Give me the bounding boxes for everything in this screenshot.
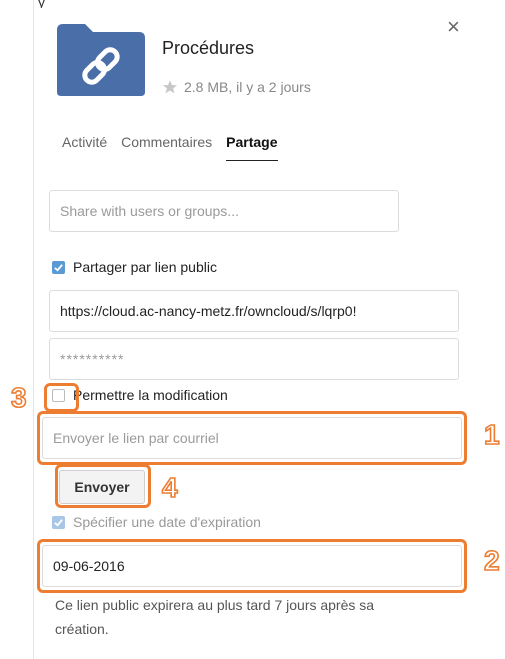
checkbox-unchecked-icon[interactable] (52, 388, 65, 402)
public-link-label: Partager par lien public (73, 259, 217, 275)
annotation-number-3: 3 (10, 382, 27, 413)
annotation-number-2: 2 (483, 545, 500, 576)
password-field[interactable]: ********** (49, 338, 459, 380)
annotation-number-4: 4 (161, 472, 178, 503)
close-icon[interactable]: × (447, 16, 460, 38)
share-search-input[interactable]: Share with users or groups... (49, 190, 399, 232)
tab-commentaires[interactable]: Commentaires (121, 134, 212, 161)
file-size-date: 2.8 MB, il y a 2 jours (184, 79, 311, 95)
share-search-placeholder: Share with users or groups... (60, 203, 239, 219)
expire-date-toggle[interactable]: Spécifier une date d'expiration (52, 514, 261, 530)
public-link-toggle[interactable]: Partager par lien public (52, 259, 217, 275)
expire-date-label: Spécifier une date d'expiration (73, 514, 261, 530)
public-link-url-field[interactable]: https://cloud.ac-nancy-metz.fr/owncloud/… (49, 290, 459, 332)
shared-folder-icon (55, 22, 147, 98)
file-meta: 2.8 MB, il y a 2 jours (162, 79, 311, 95)
send-button[interactable]: Envoyer (59, 470, 145, 504)
annotation-number-1: 1 (483, 419, 500, 450)
allow-edit-label: Permettre la modification (73, 387, 228, 403)
email-link-input[interactable]: Envoyer le lien par courriel (42, 417, 462, 459)
star-icon[interactable] (162, 79, 178, 95)
email-link-placeholder: Envoyer le lien par courriel (53, 430, 219, 446)
checkbox-checked-icon[interactable] (52, 515, 65, 529)
top-text-fragment: y (38, 0, 45, 8)
details-tabs: Activité Commentaires Partage (62, 134, 278, 161)
checkbox-checked-icon[interactable] (52, 260, 65, 274)
expire-date-input[interactable]: 09-06-2016 (42, 545, 462, 587)
allow-edit-toggle[interactable]: Permettre la modification (52, 387, 228, 403)
public-link-url: https://cloud.ac-nancy-metz.fr/owncloud/… (60, 303, 357, 319)
tab-partage[interactable]: Partage (226, 134, 278, 161)
file-title: Procédures (162, 38, 255, 58)
expire-note: Ce lien public expirera au plus tard 7 j… (55, 597, 375, 637)
panel-left-border (33, 0, 34, 659)
expire-date-value: 09-06-2016 (53, 558, 125, 574)
tab-activite[interactable]: Activité (62, 134, 107, 161)
password-mask: ********** (60, 351, 125, 367)
